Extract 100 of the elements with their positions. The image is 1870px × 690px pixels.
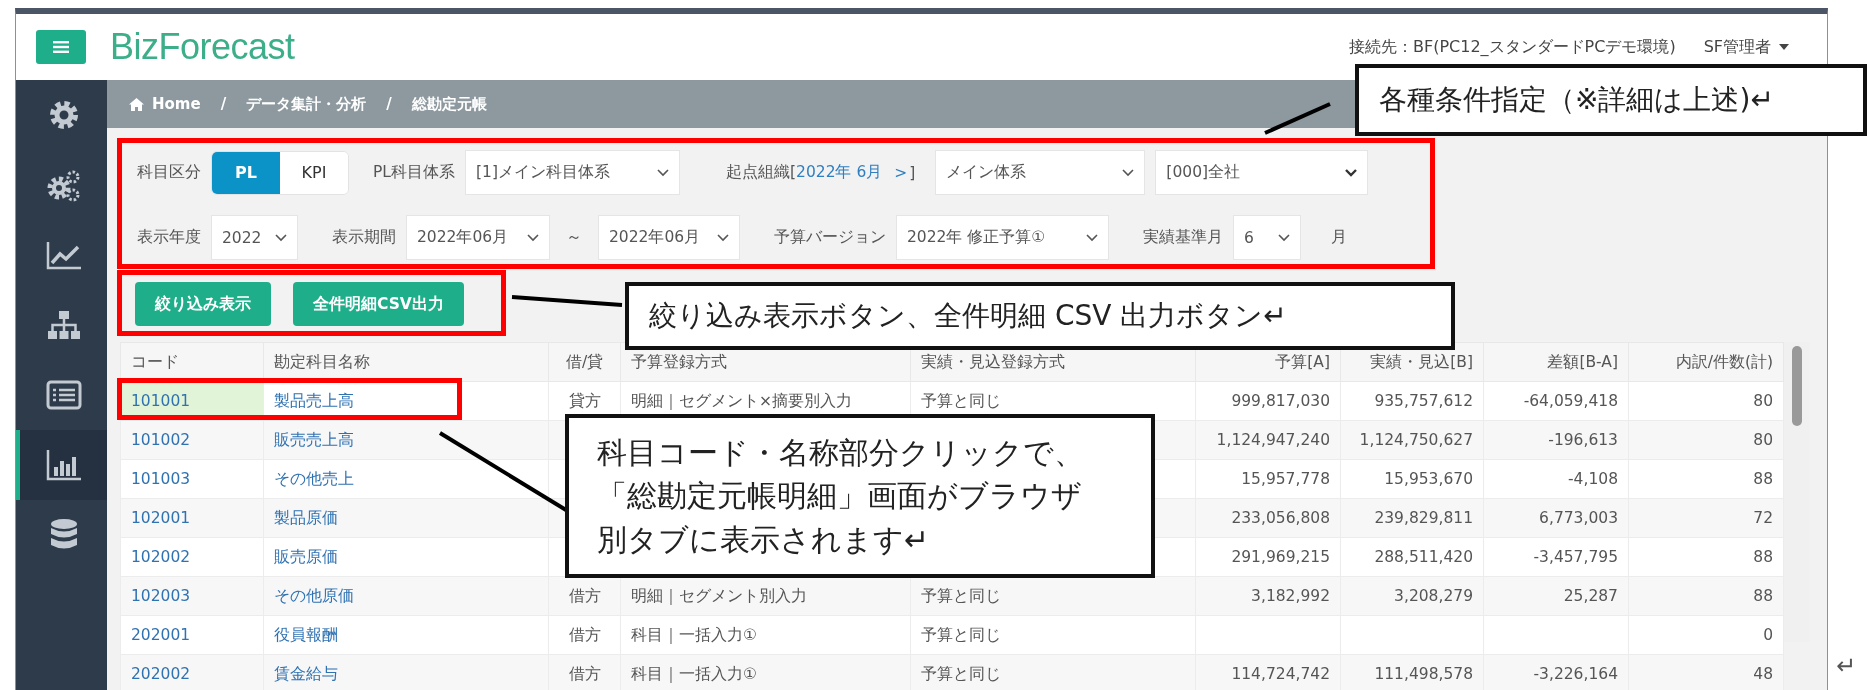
chevron-down-icon bbox=[275, 233, 287, 242]
menu-button[interactable] bbox=[36, 30, 86, 64]
table-cell: -3,457,795 bbox=[1483, 537, 1629, 577]
table-cell: 239,829,811 bbox=[1340, 498, 1484, 538]
column-header: 差額[B-A] bbox=[1483, 342, 1629, 382]
account-name-link[interactable]: 賃金給与 bbox=[263, 654, 549, 690]
breadcrumb-link[interactable]: データ集計・分析 bbox=[246, 94, 367, 114]
table-cell: 233,056,808 bbox=[1195, 498, 1341, 538]
table-cell: 予算と同じ bbox=[910, 654, 1196, 690]
table-cell: -64,059,418 bbox=[1483, 381, 1629, 421]
account-code-link[interactable]: 102003 bbox=[120, 576, 264, 616]
list-icon bbox=[45, 380, 82, 410]
account-code-link[interactable]: 101002 bbox=[120, 420, 264, 460]
sitemap-icon bbox=[46, 310, 81, 340]
table-cell: 111,498,578 bbox=[1340, 654, 1484, 690]
table-cell: 1,124,947,240 bbox=[1195, 420, 1341, 460]
table-cell: 114,724,742 bbox=[1195, 654, 1341, 690]
table-cell: 80 bbox=[1628, 420, 1784, 460]
sidebar-item[interactable] bbox=[16, 430, 107, 500]
table-cell: 15,957,778 bbox=[1195, 459, 1341, 499]
dropdown[interactable]: 2022年06月 bbox=[406, 215, 550, 260]
table-cell: 3,208,279 bbox=[1340, 576, 1484, 616]
dropdown[interactable]: 2022年06月 bbox=[598, 215, 740, 260]
dropdown[interactable]: 2022 bbox=[211, 215, 298, 260]
table-cell: 999,817,030 bbox=[1195, 381, 1341, 421]
filter-label: PL科目体系 bbox=[373, 162, 455, 183]
account-name-link[interactable]: 販売原価 bbox=[263, 537, 549, 577]
filter-label: 実績基準月 bbox=[1143, 227, 1223, 248]
account-name-link[interactable]: その他原価 bbox=[263, 576, 549, 616]
segment-button[interactable]: PL bbox=[212, 151, 280, 194]
table-cell: 借方 bbox=[548, 654, 621, 690]
callout-note: 絞り込み表示ボタン、全件明細 CSV 出力ボタン↵ bbox=[625, 282, 1455, 350]
chevron-down-icon bbox=[1278, 233, 1290, 242]
table-cell: -196,613 bbox=[1483, 420, 1629, 460]
callout-note: 科目コード・名称部分クリックで、「総勘定元帳明細」画面がブラウザ別タブに表示されます↵ bbox=[565, 414, 1155, 578]
filter-label: 予算バージョン bbox=[774, 227, 886, 248]
unit-label: 月 bbox=[1331, 227, 1347, 248]
chevron-down-icon bbox=[1122, 168, 1135, 177]
table-cell: 88 bbox=[1628, 459, 1784, 499]
breadcrumb-separator: / bbox=[220, 95, 227, 113]
range-separator: ～ bbox=[566, 227, 582, 248]
filter-label: 表示期間 bbox=[332, 227, 396, 248]
account-name-link[interactable]: 製品売上高 bbox=[263, 381, 549, 421]
menu-icon bbox=[53, 41, 69, 53]
chevron-down-icon bbox=[717, 233, 729, 242]
table-cell: -4,108 bbox=[1483, 459, 1629, 499]
table-cell: 88 bbox=[1628, 537, 1784, 577]
table-cell: 88 bbox=[1628, 576, 1784, 616]
chevron-down-icon bbox=[657, 168, 669, 177]
table-cell: 明細｜セグメント別入力 bbox=[620, 576, 911, 616]
dropdown[interactable]: [000]全社 bbox=[1155, 150, 1369, 195]
filter-label: 起点組織[ bbox=[726, 162, 797, 183]
table-cell: 借方 bbox=[548, 576, 621, 616]
table-cell: 48 bbox=[1628, 654, 1784, 690]
table-cell: 25,287 bbox=[1483, 576, 1629, 616]
account-code-link[interactable]: 101003 bbox=[120, 459, 264, 499]
table-cell: 72 bbox=[1628, 498, 1784, 538]
account-name-link[interactable]: その他売上 bbox=[263, 459, 549, 499]
next-link[interactable]: > bbox=[894, 163, 908, 182]
filter-label: 表示年度 bbox=[137, 227, 201, 248]
dropdown[interactable]: [1]メイン科目体系 bbox=[465, 150, 680, 195]
callout-note: 各種条件指定（※詳細は上述)↵ bbox=[1355, 64, 1867, 136]
user-menu[interactable]: SF管理者 bbox=[1703, 36, 1789, 58]
table-cell: 291,969,215 bbox=[1195, 537, 1341, 577]
table-cell: 80 bbox=[1628, 381, 1784, 421]
dropdown[interactable]: 6 bbox=[1233, 215, 1301, 260]
csv-export-button[interactable]: 全件明細CSV出力 bbox=[293, 282, 464, 326]
account-name-link[interactable]: 販売売上高 bbox=[263, 420, 549, 460]
account-code-link[interactable]: 102002 bbox=[120, 537, 264, 577]
table-cell: 0 bbox=[1628, 615, 1784, 655]
return-mark: ↵ bbox=[1836, 652, 1857, 680]
table-cell: 935,757,612 bbox=[1340, 381, 1484, 421]
breadcrumb-link[interactable]: Home bbox=[152, 95, 201, 113]
period-link[interactable]: 2022年 6月 bbox=[796, 162, 883, 183]
table-cell: 予算と同じ bbox=[910, 576, 1196, 616]
dropdown[interactable]: メイン体系 bbox=[935, 150, 1146, 195]
breadcrumb-separator: / bbox=[386, 95, 392, 113]
filter-button[interactable]: 絞り込み表示 bbox=[135, 282, 271, 326]
app-logo: BizForecast bbox=[110, 26, 295, 68]
account-code-link[interactable]: 202001 bbox=[120, 615, 264, 655]
table-cell: 予算と同じ bbox=[910, 615, 1196, 655]
table-cell: -3,226,164 bbox=[1483, 654, 1629, 690]
account-name-link[interactable]: 役員報酬 bbox=[263, 615, 549, 655]
table-cell: 科目｜一括入力① bbox=[620, 654, 911, 690]
table-cell: 借方 bbox=[548, 615, 621, 655]
account-code-link[interactable]: 202002 bbox=[120, 654, 264, 690]
gears-icon bbox=[45, 168, 82, 202]
table-cell: 科目｜一括入力① bbox=[620, 615, 911, 655]
line-chart-icon bbox=[45, 240, 82, 270]
table-cell: 6,773,003 bbox=[1483, 498, 1629, 538]
dropdown[interactable]: 2022年 修正予算① bbox=[896, 215, 1109, 260]
account-name-link[interactable]: 製品原価 bbox=[263, 498, 549, 538]
chevron-down-icon bbox=[527, 233, 539, 242]
breadcrumb-link[interactable]: 総勘定元帳 bbox=[411, 94, 487, 114]
column-header: 内訳/件数(計) bbox=[1628, 342, 1784, 382]
column-header: 勘定科目名称 bbox=[263, 342, 549, 382]
table-cell: 3,182,992 bbox=[1195, 576, 1341, 616]
table-cell: 15,953,670 bbox=[1340, 459, 1484, 499]
chevron-down-icon bbox=[1086, 233, 1098, 242]
account-code-link[interactable]: 102001 bbox=[120, 498, 264, 538]
